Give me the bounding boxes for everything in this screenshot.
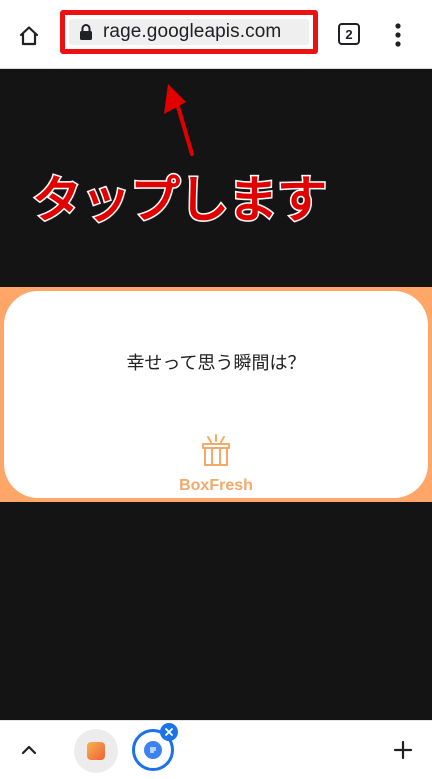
plus-icon[interactable]: [392, 739, 414, 761]
gift-box-icon: [202, 434, 230, 466]
site-favicon-icon: [87, 742, 105, 760]
more-vert-icon[interactable]: [388, 20, 408, 50]
url-highlight-box: rage.googleapis.com: [60, 10, 318, 54]
lock-icon: [80, 24, 92, 40]
question-text: 幸せって思う瞬間は？: [126, 353, 306, 374]
annotation-text: タップします: [31, 170, 329, 231]
brand-name: BoxFresh: [179, 477, 253, 494]
home-icon: [19, 26, 39, 46]
url-text: rage.googleapis.com: [103, 21, 282, 42]
chevron-up-icon[interactable]: [18, 739, 40, 761]
question-card: 幸せって思う瞬間は？ BoxFresh: [4, 291, 428, 498]
address-bar[interactable]: rage.googleapis.com: [69, 19, 309, 45]
tab-thumbnail-1[interactable]: [74, 729, 118, 773]
browser-toolbar: rage.googleapis.com 2: [0, 0, 432, 69]
bottom-tab-strip: [0, 720, 432, 779]
close-tab-icon[interactable]: [160, 723, 178, 741]
docs-favicon-icon: [144, 741, 162, 759]
annotation-arrow: [164, 84, 194, 156]
home-button[interactable]: [13, 20, 45, 52]
tab-switcher-button[interactable]: 2: [338, 23, 360, 45]
